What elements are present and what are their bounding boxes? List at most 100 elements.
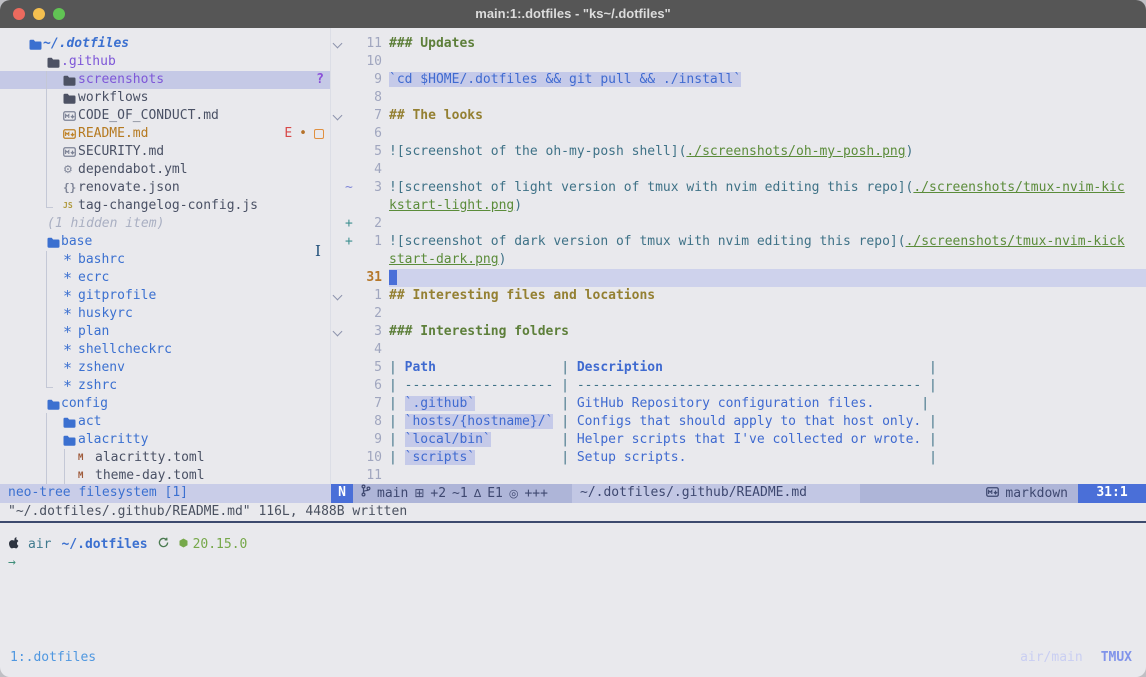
- error-badge: E: [284, 125, 292, 143]
- text-segment: `scripts`: [405, 450, 475, 465]
- tree-item-tag-changelog-config.js[interactable]: JStag-changelog-config.js: [0, 197, 330, 215]
- tree-item-renovate.json[interactable]: {}renovate.json: [0, 179, 330, 197]
- minimize-button[interactable]: [33, 8, 45, 20]
- braces-icon: {}: [63, 179, 76, 197]
- tree-item-label: bashrc: [78, 251, 125, 269]
- editor-line[interactable]: 9`cd $HOME/.dotfiles && git pull && ./in…: [331, 71, 1146, 89]
- tree-item-label: alacritty: [78, 431, 148, 449]
- star-icon: *: [63, 269, 72, 287]
- tree-item-bashrc[interactable]: *bashrc: [0, 251, 330, 269]
- tree-item-ecrc[interactable]: *ecrc: [0, 269, 330, 287]
- tree-item-label: tag-changelog-config.js: [78, 197, 258, 215]
- tree-item-config[interactable]: config: [0, 395, 330, 413]
- close-button[interactable]: [13, 8, 25, 20]
- fold-chevron-icon[interactable]: [331, 287, 345, 305]
- tree-item--1-hidden-item-[interactable]: (1 hidden item): [0, 215, 330, 233]
- tree-item-label: shellcheckrc: [78, 341, 172, 359]
- terminal-window: main:1:.dotfiles - "ks~/.dotfiles" I ~/.…: [0, 0, 1146, 677]
- statusline-text: E1: [487, 485, 503, 503]
- git-sign-column: +: [345, 215, 356, 233]
- neotree-sidebar[interactable]: I ~/.dotfiles.githubscreenshots?workflow…: [0, 28, 331, 484]
- tree-item-base[interactable]: base: [0, 233, 330, 251]
- lualine-statusline: N main⊞+2~1ΔE1◎+++ ~/.dotfiles/.github/R…: [331, 484, 1146, 503]
- git-status-segment: main⊞+2~1ΔE1◎+++: [353, 484, 572, 503]
- editor-line[interactable]: 10| `scripts` | Setup scripts. |: [331, 449, 1146, 467]
- editor-line[interactable]: +1![screenshot of dark version of tmux w…: [331, 233, 1146, 251]
- editor-buffer[interactable]: 11### Updates109`cd $HOME/.dotfiles && g…: [331, 28, 1146, 484]
- prompt-continuation-line: →: [8, 554, 1146, 572]
- editor-line[interactable]: 5![screenshot of the oh-my-posh shell](.…: [331, 143, 1146, 161]
- tree-item-alacritty.toml[interactable]: Malacritty.toml: [0, 449, 330, 467]
- editor-line[interactable]: kstart-light.png): [331, 197, 1146, 215]
- editor-line[interactable]: 10: [331, 53, 1146, 71]
- fold-chevron-icon[interactable]: [331, 323, 345, 341]
- folder-icon: [63, 431, 76, 449]
- tree-item--.dotfiles[interactable]: ~/.dotfiles: [0, 35, 330, 53]
- folder-icon: [63, 89, 76, 107]
- text-segment: |: [491, 432, 577, 447]
- tree-item-alacritty[interactable]: alacritty: [0, 431, 330, 449]
- text-segment: |: [663, 360, 937, 375]
- tree-item-.github[interactable]: .github: [0, 53, 330, 71]
- editor-line[interactable]: 3### Interesting folders: [331, 323, 1146, 341]
- editor-line[interactable]: 8| `hosts/{hostname}/` | Configs that sh…: [331, 413, 1146, 431]
- editor-line[interactable]: 4: [331, 161, 1146, 179]
- editor-line[interactable]: 11### Updates: [331, 35, 1146, 53]
- editor-line[interactable]: start-dark.png): [331, 251, 1146, 269]
- editor-line[interactable]: 6| ------------------- | ---------------…: [331, 377, 1146, 395]
- editor-line[interactable]: 5| Path | Description |: [331, 359, 1146, 377]
- editor-line[interactable]: 8: [331, 89, 1146, 107]
- tree-item-security.md[interactable]: SECURITY.md: [0, 143, 330, 161]
- fold-chevron-icon[interactable]: [331, 35, 345, 53]
- editor-line[interactable]: 6: [331, 125, 1146, 143]
- tree-item-dependabot.yml[interactable]: ⚙dependabot.yml: [0, 161, 330, 179]
- tree-indent-guide: [46, 413, 47, 431]
- tree-item-workflows[interactable]: workflows: [0, 89, 330, 107]
- editor-line[interactable]: 1## Interesting files and locations: [331, 287, 1146, 305]
- tree-item-shellcheckrc[interactable]: *shellcheckrc: [0, 341, 330, 359]
- tree-indent-guide: [46, 125, 47, 143]
- tree-item-label: theme-day.toml: [95, 467, 205, 484]
- line-number: 9: [356, 431, 382, 449]
- tree-item-plan[interactable]: *plan: [0, 323, 330, 341]
- text-segment: ## The looks: [389, 108, 483, 123]
- text-segment: Description: [577, 360, 663, 375]
- text-segment: `cd $HOME/.dotfiles && git pull && ./ins…: [389, 72, 741, 87]
- editor-line[interactable]: 7## The looks: [331, 107, 1146, 125]
- tree-item-act[interactable]: act: [0, 413, 330, 431]
- tree-item-theme-day.toml[interactable]: Mtheme-day.toml: [0, 467, 330, 484]
- tree-item-gitprofile[interactable]: *gitprofile: [0, 287, 330, 305]
- fold-column: [331, 431, 345, 449]
- tree-item-zshenv[interactable]: *zshenv: [0, 359, 330, 377]
- folder-icon: [29, 39, 42, 50]
- editor-line[interactable]: 31: [331, 269, 1146, 287]
- git-sign-column: [345, 143, 356, 161]
- line-text: start-dark.png): [389, 251, 1146, 269]
- fold-chevron-icon[interactable]: [331, 107, 345, 125]
- git-branch-icon: [361, 484, 371, 497]
- editor-line[interactable]: +2: [331, 215, 1146, 233]
- tree-item-code-of-conduct.md[interactable]: CODE_OF_CONDUCT.md: [0, 107, 330, 125]
- tree-item-readme.md[interactable]: README.mdE•: [0, 125, 330, 143]
- text-segment: Setup scripts.: [577, 450, 687, 465]
- editor-line[interactable]: ~3![screenshot of light version of tmux …: [331, 179, 1146, 197]
- gear-icon: ⚙: [63, 161, 73, 179]
- shell-pane[interactable]: air ~/.dotfiles 20.15.0 →: [0, 523, 1146, 643]
- tmux-window-item[interactable]: 1:.dotfiles: [10, 649, 96, 667]
- editor-line[interactable]: 11: [331, 467, 1146, 484]
- tree-item-screenshots[interactable]: screenshots?: [0, 71, 330, 89]
- tree-item-badges: ?: [316, 71, 324, 89]
- text-segment: ### Interesting folders: [389, 324, 569, 339]
- zoom-button[interactable]: [53, 8, 65, 20]
- gear-icon: ⚙: [63, 161, 73, 179]
- tree-item-huskyrc[interactable]: *huskyrc: [0, 305, 330, 323]
- tree-item-zshrc[interactable]: *zshrc: [0, 377, 330, 395]
- line-number: 8: [356, 413, 382, 431]
- git-sign-column: [345, 269, 356, 287]
- statusline-text: ~1: [452, 485, 468, 503]
- editor-line[interactable]: 2: [331, 305, 1146, 323]
- editor-line[interactable]: 9| `local/bin` | Helper scripts that I'v…: [331, 431, 1146, 449]
- editor-line[interactable]: 4: [331, 341, 1146, 359]
- editor-line[interactable]: 7| `.github` | GitHub Repository configu…: [331, 395, 1146, 413]
- git-sign-column: [345, 449, 356, 467]
